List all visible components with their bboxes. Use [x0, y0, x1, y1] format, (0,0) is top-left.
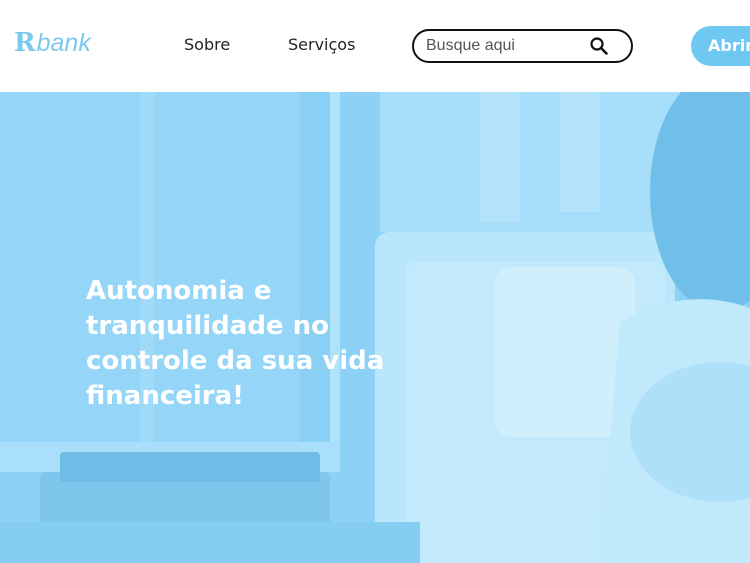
search-input[interactable]	[426, 35, 586, 57]
site-header: R bank Sobre Serviços Abrir	[0, 0, 750, 92]
search-icon[interactable]	[589, 36, 609, 56]
hero-title: Autonomia e tranquilidade no controle da…	[86, 276, 385, 411]
logo-text: bank	[36, 29, 91, 57]
logo-mark: R	[14, 28, 36, 58]
brand-logo[interactable]: R bank	[14, 30, 91, 62]
nav-link-sobre[interactable]: Sobre	[184, 34, 230, 56]
nav-link-servicos[interactable]: Serviços	[288, 34, 355, 56]
open-account-button[interactable]: Abrir	[691, 26, 750, 66]
hero-banner: Autonomia e tranquilidade no controle da…	[0, 92, 750, 563]
search-box	[412, 29, 633, 63]
